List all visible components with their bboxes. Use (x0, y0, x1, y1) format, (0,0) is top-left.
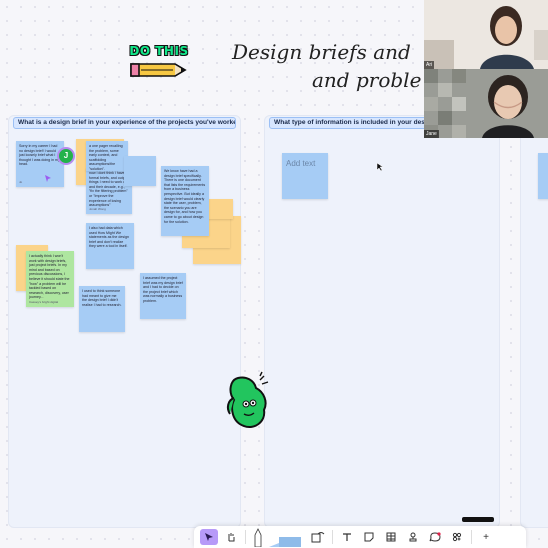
hand-icon (228, 533, 235, 542)
sticky-text: Sorry in my career I had no design brief… (19, 144, 60, 167)
participant-name: Jane (424, 130, 439, 138)
sticky-text: now i dont think i have formal briefs, a… (89, 171, 128, 208)
sticky-note-partial[interactable] (538, 153, 548, 199)
sticky-note[interactable]: We know have had a design brief specific… (161, 166, 209, 236)
collaborator-avatar[interactable]: J (57, 147, 75, 165)
pen-tray[interactable] (249, 527, 307, 548)
text-icon (343, 533, 351, 541)
more-tool-button[interactable] (448, 529, 466, 545)
sticky-text: I assumed the project brief was my desig… (143, 276, 183, 303)
participant-video (424, 0, 548, 69)
select-tool-button[interactable] (200, 529, 218, 545)
sticky-author: Jo (19, 180, 23, 185)
mascot-sticker[interactable] (224, 370, 272, 432)
table-tool-button[interactable] (382, 529, 400, 545)
apps-icon (452, 532, 462, 542)
sticky-note[interactable] (207, 199, 233, 219)
collaborator-cursor-tag (462, 517, 494, 522)
board-title-line1: Design briefs and (232, 40, 411, 64)
pen-tools-icon (254, 528, 301, 548)
participant-name: Ari (424, 61, 435, 69)
participant-video (424, 69, 548, 138)
video-tile[interactable]: Jane (424, 69, 548, 138)
bottom-toolbar: + (194, 526, 526, 548)
stamp-tool-button[interactable] (404, 529, 422, 545)
sticky-note-icon (364, 532, 374, 542)
mouse-cursor-icon (376, 162, 384, 172)
sticky-note[interactable]: I also had data which used How Might We … (86, 223, 134, 269)
pointer-icon (205, 533, 213, 541)
video-tile[interactable]: Ari (424, 0, 548, 69)
sticky-placeholder-text: Add text (286, 159, 316, 168)
add-text-sticky[interactable]: Add text ... (282, 153, 328, 199)
hand-tool-button[interactable] (222, 529, 240, 545)
sticky-tool-button[interactable] (360, 529, 378, 545)
stamp-icon (409, 532, 417, 542)
pencil-icon (130, 63, 187, 77)
sticky-text: I actually think I won't work with desig… (29, 254, 70, 300)
shape-tool-button[interactable] (309, 529, 327, 545)
sticky-note[interactable]: I actually think I won't work with desig… (26, 251, 74, 307)
sticky-note[interactable] (124, 156, 156, 186)
comment-tool-button[interactable] (426, 529, 444, 545)
sticky-author: Jonah Wong (89, 207, 106, 212)
shapes-icon (311, 532, 325, 543)
column-header[interactable]: What is a design brief in your experienc… (13, 117, 236, 129)
sticky-text: a one pager recalling the problem, some … (89, 144, 123, 171)
add-tool-button[interactable]: + (477, 529, 495, 545)
sticky-note[interactable]: Sorry in my career I had no design brief… (16, 141, 64, 187)
sticky-note[interactable]: I used to think someone had meant to giv… (79, 286, 125, 332)
text-tool-button[interactable] (338, 529, 356, 545)
collaborator-cursor-icon (45, 175, 51, 182)
sticky-note[interactable]: a one pager recalling the problem, some … (86, 141, 128, 171)
do-this-sticker[interactable]: DO THIS (127, 44, 191, 84)
table-icon (386, 532, 396, 542)
sticky-text: I used to think someone had meant to giv… (82, 289, 122, 307)
sticker-label: DO THIS (129, 44, 189, 58)
sticky-author: Cassey's bright digital (29, 300, 59, 305)
sticky-note[interactable]: I assumed the project brief was my desig… (140, 273, 186, 319)
sticky-text: We know have had a design brief specific… (164, 169, 206, 224)
sticky-text: I also had data which used How Might We … (89, 226, 129, 249)
comment-icon (429, 532, 441, 542)
